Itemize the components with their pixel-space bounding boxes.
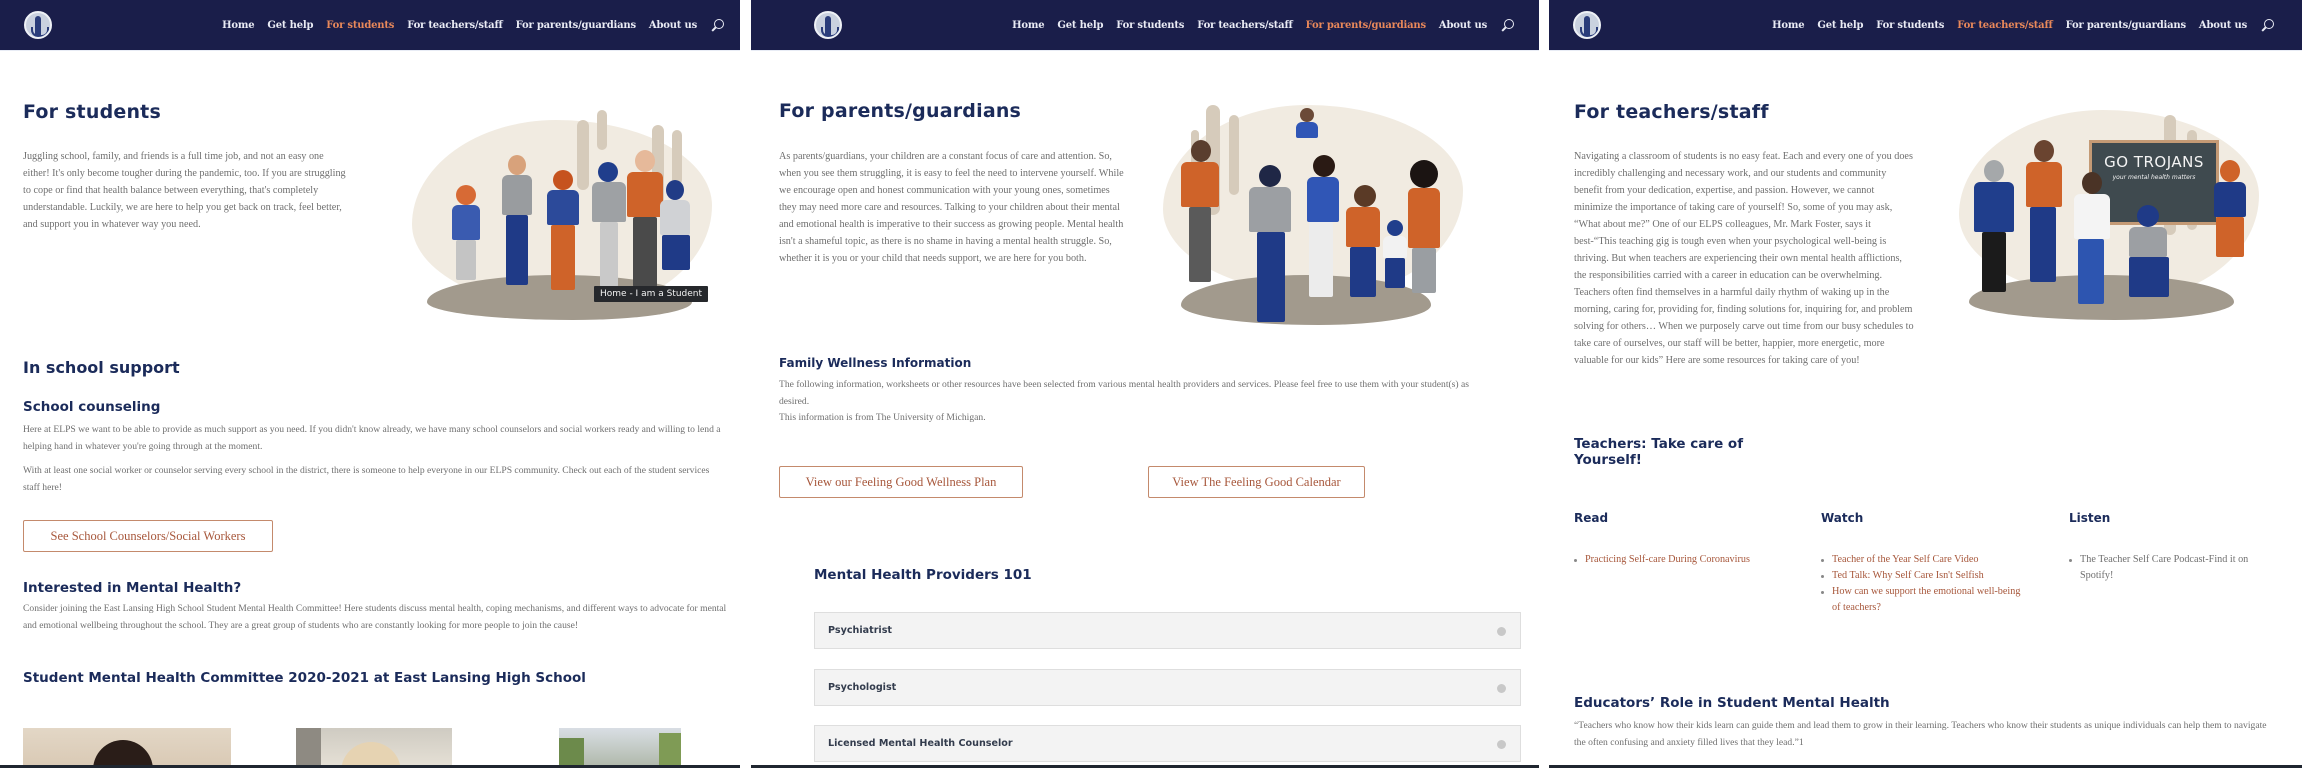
page-title: For students <box>23 101 161 123</box>
students-page: Home Get help For students For teachers/… <box>0 0 740 768</box>
committee-member-photo <box>23 728 231 768</box>
interested-text: Consider joining the East Lansing High S… <box>23 603 727 631</box>
read-link[interactable]: Practicing Self-care During Coronavirus <box>1574 552 1814 568</box>
providers-heading: Mental Health Providers 101 <box>814 567 1032 583</box>
board-title: GO TROJANS <box>2104 153 2204 171</box>
nav-get-help[interactable]: Get help <box>1057 20 1103 31</box>
counseling-text: Here at ELPS we want to be able to provi… <box>23 422 728 496</box>
wellness-plan-button[interactable]: View our Feeling Good Wellness Plan <box>779 466 1023 498</box>
family-wellness-text: The following information, worksheets or… <box>779 377 1479 427</box>
family-wellness-source: This information is from The University … <box>779 412 986 423</box>
nav-home[interactable]: Home <box>1012 20 1044 31</box>
panel-divider <box>740 0 751 768</box>
interested-heading: Interested in Mental Health? <box>23 580 242 596</box>
school-counseling-heading: School counseling <box>23 399 161 415</box>
selfcare-heading: Teachers: Take care of Yourself! <box>1574 436 1744 468</box>
trojan-logo-icon[interactable] <box>814 11 842 39</box>
accordion-item-counselor[interactable]: Licensed Mental Health Counselor <box>814 725 1521 762</box>
committee-member-photo <box>559 728 681 768</box>
watch-link[interactable]: How can we support the emotional well-be… <box>1821 584 2026 616</box>
accordion-title: Licensed Mental Health Counselor <box>828 738 1013 749</box>
watch-link[interactable]: Ted Talk: Why Self Care Isn't Selfish <box>1821 568 2026 584</box>
nav-for-teachers[interactable]: For teachers/staff <box>1957 20 2053 31</box>
teachers-page: Home Get help For students For teachers/… <box>1549 0 2302 768</box>
committee-member-photo <box>296 728 452 768</box>
in-school-support-heading: In school support <box>23 358 180 377</box>
listen-item: The Teacher Self Care Podcast-Find it on… <box>2069 552 2274 584</box>
site-header: Home Get help For students For teachers/… <box>1549 0 2302 51</box>
nav-about-us[interactable]: About us <box>2199 20 2247 31</box>
nav-for-students[interactable]: For students <box>1876 20 1944 31</box>
educators-role-quote: “Teachers who know how their kids learn … <box>1574 720 2267 748</box>
watch-link[interactable]: Teacher of the Year Self Care Video <box>1821 552 2026 568</box>
search-icon[interactable] <box>710 18 724 33</box>
accordion-toggle-icon[interactable] <box>1497 627 1506 636</box>
watch-list: Teacher of the Year Self Care Video Ted … <box>1821 552 2026 616</box>
nav-about-us[interactable]: About us <box>1439 20 1487 31</box>
counseling-paragraph-1: Here at ELPS we want to be able to provi… <box>23 424 721 452</box>
family-wellness-heading: Family Wellness Information <box>779 356 972 370</box>
nav-for-students[interactable]: For students <box>1116 20 1184 31</box>
site-header: Home Get help For students For teachers/… <box>751 0 1539 51</box>
main-nav: Home Get help For students For teachers/… <box>209 0 724 51</box>
nav-for-parents[interactable]: For parents/guardians <box>1306 20 1426 31</box>
accordion-toggle-icon[interactable] <box>1497 740 1506 749</box>
family-wellness-description: The following information, worksheets or… <box>779 379 1469 407</box>
nav-for-parents[interactable]: For parents/guardians <box>2066 20 2186 31</box>
search-icon[interactable] <box>2260 18 2274 33</box>
accordion-item-psychologist[interactable]: Psychologist <box>814 669 1521 706</box>
intro-text: Navigating a classroom of students is no… <box>1574 151 1914 366</box>
nav-get-help[interactable]: Get help <box>1817 20 1863 31</box>
accordion-title: Psychologist <box>828 682 897 693</box>
parents-page: Home Get help For students For teachers/… <box>751 0 1539 768</box>
main-nav: Home Get help For students For teachers/… <box>1759 0 2274 51</box>
educators-role-heading: Educators’ Role in Student Mental Health <box>1574 695 1890 711</box>
page-title: For parents/guardians <box>779 100 1022 122</box>
intro-text: As parents/guardians, your children are … <box>779 151 1124 264</box>
accordion-title: Psychiatrist <box>828 625 893 636</box>
teachers-illustration: GO TROJANS your mental health matters <box>1949 100 2269 330</box>
nav-about-us[interactable]: About us <box>649 20 697 31</box>
counseling-paragraph-2: With at least one social worker or couns… <box>23 465 710 493</box>
image-tooltip: Home - I am a Student <box>594 286 709 302</box>
trojan-logo-icon[interactable] <box>1573 11 1601 39</box>
nav-for-students[interactable]: For students <box>326 20 394 31</box>
intro-text: Juggling school, family, and friends is … <box>23 151 346 230</box>
accordion-item-psychiatrist[interactable]: Psychiatrist <box>814 612 1521 649</box>
board-subtitle: your mental health matters <box>2112 174 2196 181</box>
see-counselors-button[interactable]: See School Counselors/Social Workers <box>23 520 273 552</box>
parents-illustration <box>1151 100 1471 330</box>
committee-heading: Student Mental Health Committee 2020-202… <box>23 670 586 686</box>
accordion-toggle-icon[interactable] <box>1497 684 1506 693</box>
calendar-button[interactable]: View The Feeling Good Calendar <box>1148 466 1365 498</box>
page-title: For teachers/staff <box>1574 101 1769 123</box>
listen-list: The Teacher Self Care Podcast-Find it on… <box>2069 552 2274 584</box>
search-icon[interactable] <box>1500 18 1514 33</box>
main-nav: Home Get help For students For teachers/… <box>999 0 1514 51</box>
watch-column-heading: Watch <box>1821 511 1864 525</box>
nav-for-teachers[interactable]: For teachers/staff <box>1197 20 1293 31</box>
panel-divider <box>1539 0 1549 768</box>
trojan-logo-icon[interactable] <box>24 11 52 39</box>
nav-home[interactable]: Home <box>222 20 254 31</box>
students-illustration: Home - I am a Student <box>402 100 722 330</box>
read-column-heading: Read <box>1574 511 1609 525</box>
read-list: Practicing Self-care During Coronavirus <box>1574 552 1814 568</box>
site-header: Home Get help For students For teachers/… <box>0 0 740 51</box>
nav-home[interactable]: Home <box>1772 20 1804 31</box>
nav-for-teachers[interactable]: For teachers/staff <box>407 20 503 31</box>
nav-get-help[interactable]: Get help <box>267 20 313 31</box>
listen-column-heading: Listen <box>2069 511 2111 525</box>
nav-for-parents[interactable]: For parents/guardians <box>516 20 636 31</box>
